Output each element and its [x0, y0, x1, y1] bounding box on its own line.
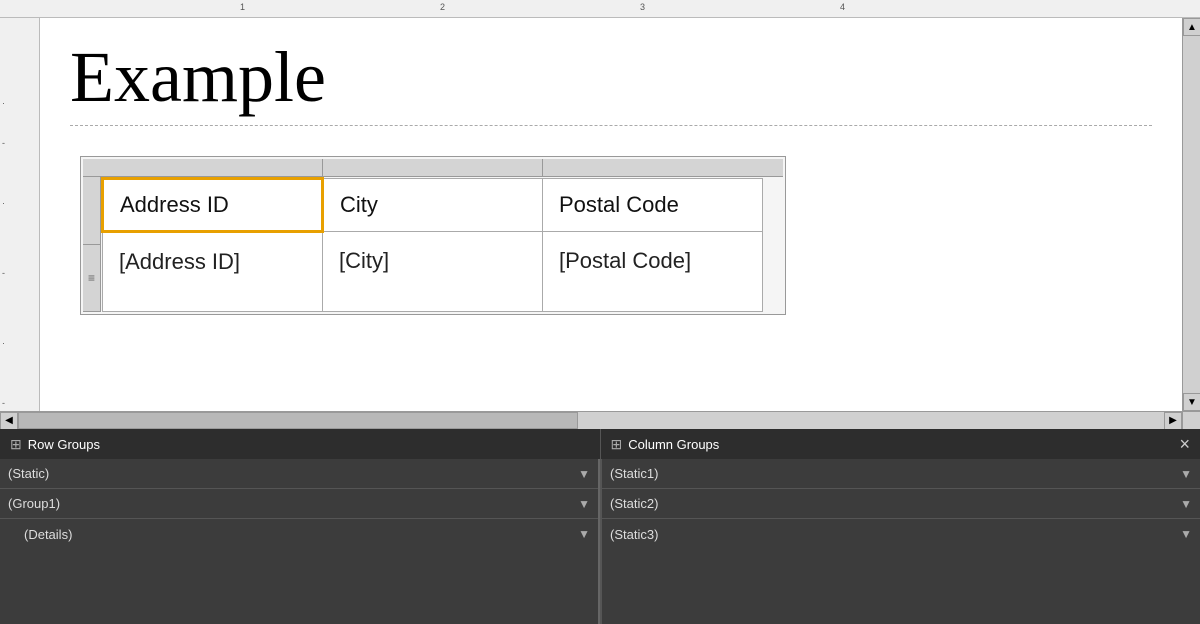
col-group-static3[interactable]: (Static3) ▼ [602, 519, 1200, 549]
table-header-row: Address ID City Postal Code [103, 179, 763, 232]
row-groups-panel: (Static) ▼ (Group1) ▼ (Details) ▼ [0, 459, 600, 624]
row-group-details[interactable]: (Details) ▼ [0, 519, 598, 549]
col-handles [83, 159, 783, 177]
column-groups-icon: ⊞ [611, 436, 623, 453]
column-groups-close[interactable]: × [1179, 434, 1190, 455]
row-group-group1-label: (Group1) [8, 496, 60, 511]
row-group-group1-arrow[interactable]: ▼ [578, 497, 590, 511]
scroll-down-arrow[interactable]: ▼ [1183, 393, 1200, 411]
row-handle-icon: ≡ [88, 271, 95, 285]
right-scrollbar: ▲ ▼ [1182, 18, 1200, 411]
row-groups-header: ⊞ Row Groups [0, 429, 601, 459]
ruler-mark-v-3: · [2, 198, 5, 208]
table-row: [Address ID] [City] [Postal Code] [103, 232, 763, 312]
scroll-right-arrow[interactable]: ▶ [1164, 412, 1182, 430]
ruler-mark-v-1: · [2, 98, 5, 108]
ruler-mark-3: 3 [640, 2, 645, 12]
ruler-mark-4: 4 [840, 2, 845, 12]
row-group-static-arrow[interactable]: ▼ [578, 467, 590, 481]
header-cell-address-id[interactable]: Address ID [103, 179, 323, 232]
canvas-content: Example ≡ [40, 18, 1182, 335]
column-groups-title-area: ⊞ Column Groups [611, 436, 720, 453]
col-handle-2[interactable] [323, 159, 543, 176]
panel-header: ⊞ Row Groups ⊞ Column Groups × [0, 429, 1200, 459]
row-group-group1[interactable]: (Group1) ▼ [0, 489, 598, 519]
ruler-mark-2: 2 [440, 2, 445, 12]
table-wrapper: ≡ Address ID City Postal Code [80, 156, 786, 315]
ruler-top: 1 2 3 4 [0, 0, 1200, 18]
scroll-bottom: ◀ ▶ [0, 411, 1200, 429]
col-group-static2-label: (Static2) [610, 496, 658, 511]
cell-city[interactable]: [City] [323, 232, 543, 312]
column-groups-header: ⊞ Column Groups × [601, 429, 1200, 459]
scroll-track-vertical[interactable] [1183, 36, 1200, 393]
ruler-mark-1: 1 [240, 2, 245, 12]
canvas-area: Example ≡ [40, 18, 1182, 411]
col-group-static1-arrow[interactable]: ▼ [1180, 467, 1192, 481]
data-table: Address ID City Postal Code [Address ID]… [101, 177, 763, 312]
row-group-details-label: (Details) [24, 527, 72, 542]
col-handle-1[interactable] [83, 159, 323, 176]
ruler-mark-v-4: - [2, 268, 5, 278]
ruler-left: · - · - · - [0, 18, 39, 411]
row-group-details-arrow[interactable]: ▼ [578, 527, 590, 541]
panel-content: (Static) ▼ (Group1) ▼ (Details) ▼ (Stati… [0, 459, 1200, 624]
header-cell-postal-code[interactable]: Postal Code [543, 179, 763, 232]
row-group-static[interactable]: (Static) ▼ [0, 459, 598, 489]
col-group-static2[interactable]: (Static2) ▼ [602, 489, 1200, 519]
row-handle-header[interactable] [83, 177, 100, 245]
ruler-mark-v-2: - [2, 138, 5, 148]
row-handles: ≡ [83, 177, 101, 312]
col-group-static1[interactable]: (Static1) ▼ [602, 459, 1200, 489]
row-groups-title: Row Groups [28, 437, 100, 452]
left-sidebar: · - · - · - [0, 18, 40, 411]
row-group-static-label: (Static) [8, 466, 49, 481]
title-divider [70, 125, 1152, 126]
row-handle-1[interactable]: ≡ [83, 245, 100, 313]
scroll-up-arrow[interactable]: ▲ [1183, 18, 1200, 36]
scroll-left-arrow[interactable]: ◀ [0, 412, 18, 430]
main-area: · - · - · - Example [0, 18, 1200, 411]
col-group-static2-arrow[interactable]: ▼ [1180, 497, 1192, 511]
row-groups-icon: ⊞ [10, 436, 22, 453]
bottom-area: ⊞ Row Groups ⊞ Column Groups × (Static) … [0, 429, 1200, 624]
report-title: Example [70, 38, 1152, 117]
header-cell-city[interactable]: City [323, 179, 543, 232]
col-group-static3-arrow[interactable]: ▼ [1180, 527, 1192, 541]
column-groups-panel: (Static1) ▼ (Static2) ▼ (Static3) ▼ [602, 459, 1200, 624]
scroll-track-horizontal[interactable] [18, 412, 1164, 429]
ruler-mark-v-6: - [2, 398, 5, 408]
cell-address-id[interactable]: [Address ID] [103, 232, 323, 312]
ruler-marks: 1 2 3 4 [40, 0, 1200, 17]
cell-postal-code[interactable]: [Postal Code] [543, 232, 763, 312]
col-group-static1-label: (Static1) [610, 466, 658, 481]
ruler-mark-v-5: · [2, 338, 5, 348]
scroll-corner [1182, 412, 1200, 429]
col-group-static3-label: (Static3) [610, 527, 658, 542]
table-body: ≡ Address ID City Postal Code [83, 177, 783, 312]
col-handle-3[interactable] [543, 159, 783, 176]
scroll-thumb[interactable] [18, 412, 578, 429]
column-groups-title: Column Groups [628, 437, 719, 452]
